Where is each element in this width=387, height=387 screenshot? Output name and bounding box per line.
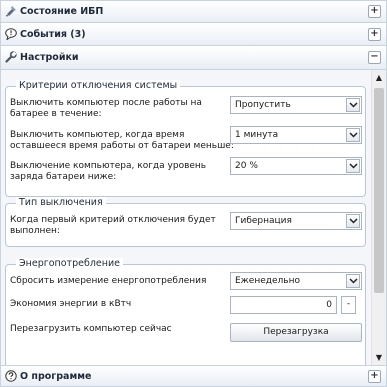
field-value: 0 xyxy=(326,300,332,310)
after-battery-label: Выключить компьютер после работы на бата… xyxy=(10,98,202,120)
scroll-up-icon[interactable]: ▲ xyxy=(374,73,384,83)
section-title-about: О программе xyxy=(20,371,92,382)
select-value: Пропустить xyxy=(235,100,291,110)
ups-status-icon xyxy=(5,5,17,17)
scrollbar-thumb[interactable] xyxy=(374,88,384,293)
label-line: Выключить компьютер после работы на xyxy=(10,98,202,108)
help-icon xyxy=(5,370,17,382)
group-legend: Критерии отключения системы xyxy=(16,80,181,91)
settings-panel: Критерии отключения системы Выключить ко… xyxy=(1,70,371,366)
settings-scrollbar[interactable]: ▲ ▼ xyxy=(371,70,386,366)
chevron-down-icon[interactable] xyxy=(346,159,360,173)
time-left-label: Выключить компьютер, когда время оставше… xyxy=(10,130,234,152)
section-title-events: События (3) xyxy=(20,29,86,40)
energy-unit-field: - xyxy=(341,296,356,314)
label-line: выполнен: xyxy=(10,226,60,236)
reset-measurement-select[interactable]: Еженедельно xyxy=(230,272,362,290)
section-title-ups-status: Состояние ИБП xyxy=(20,6,104,17)
group-legend: Энергопотребление xyxy=(16,258,123,269)
wrench-icon xyxy=(5,51,17,63)
label-line: Выключение компьютера, когда уровень xyxy=(10,161,207,171)
section-header-settings[interactable]: Настройки − xyxy=(1,47,386,70)
collapse-icon[interactable]: − xyxy=(368,51,381,64)
label-line: Когда первый критерий отключения будет xyxy=(10,215,216,225)
group-legend: Тип выключения xyxy=(16,197,106,208)
label-line: Выключить компьютер, когда время xyxy=(10,130,185,140)
section-header-events[interactable]: События (3) + xyxy=(1,24,386,46)
shutdown-type-select[interactable]: Гибернация xyxy=(230,212,362,230)
energy-savings-field: 0 xyxy=(230,296,337,314)
label-line: батарее в течение: xyxy=(10,109,102,119)
scroll-down-icon[interactable]: ▼ xyxy=(374,353,384,363)
chevron-down-icon[interactable] xyxy=(346,274,360,288)
select-value: Еженедельно xyxy=(235,276,300,286)
reset-measurement-label: Сбросить измерение енергопотребления xyxy=(10,276,207,286)
charge-level-select[interactable]: 20 % xyxy=(230,157,362,175)
chevron-down-icon[interactable] xyxy=(346,214,360,228)
time-left-select[interactable]: 1 минута xyxy=(230,126,362,144)
section-header-ups-status[interactable]: Состояние ИБП + xyxy=(1,1,386,23)
label-line: заряда батареи ниже: xyxy=(10,172,117,182)
shutdown-type-group: Тип выключения Когда первый критерий отк… xyxy=(5,197,366,247)
ups-app-window: Состояние ИБП + События (3) + Настройки … xyxy=(0,0,387,387)
restart-label: Перезагрузить компьютер сейчас xyxy=(10,324,172,334)
expand-icon[interactable]: + xyxy=(368,28,381,41)
label-line: оставшееся время работы от батареи меньш… xyxy=(10,141,234,151)
speech-bubble-icon xyxy=(5,28,17,41)
energy-group: Энергопотребление Сбросить измерение ене… xyxy=(5,258,366,366)
expand-icon[interactable]: + xyxy=(368,5,381,18)
chevron-down-icon[interactable] xyxy=(346,98,360,112)
after-battery-select[interactable]: Пропустить xyxy=(230,96,362,114)
expand-icon[interactable]: + xyxy=(368,370,381,383)
select-value: 1 минута xyxy=(235,130,279,140)
chevron-down-icon[interactable] xyxy=(346,128,360,142)
energy-savings-label: Экономия энергии в кВтч xyxy=(10,299,132,309)
shutdown-criteria-group: Критерии отключения системы Выключить ко… xyxy=(5,80,366,197)
section-header-about[interactable]: О программе + xyxy=(1,365,386,386)
select-value: Гибернация xyxy=(235,216,292,226)
first-criterion-label: Когда первый критерий отключения будет в… xyxy=(10,215,216,237)
charge-level-label: Выключение компьютера, когда уровень зар… xyxy=(10,161,206,183)
select-value: 20 % xyxy=(235,161,258,171)
restart-button[interactable]: Перезагрузка xyxy=(230,323,362,342)
section-title-settings: Настройки xyxy=(20,52,79,63)
